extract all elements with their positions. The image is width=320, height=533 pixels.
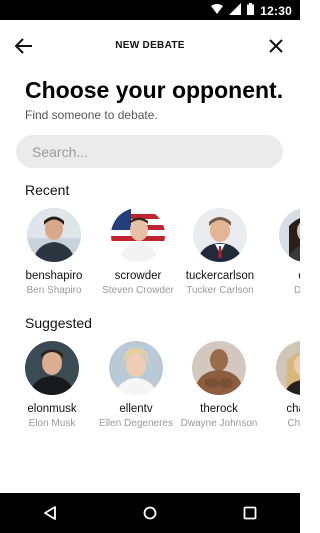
- suggested-row: elonmusk Elon Musk ellentv Ellen Degener…: [0, 341, 300, 441]
- full-name: Ellen Degeneres: [99, 418, 173, 429]
- section-title-suggested: Suggested: [25, 315, 92, 331]
- suggested-person-elonmusk[interactable]: elonmusk Elon Musk: [8, 341, 96, 429]
- page-title: Choose your opponent.: [25, 77, 284, 103]
- username: dlo: [262, 270, 300, 282]
- username: benshapiro: [25, 270, 83, 282]
- avatar: [192, 341, 246, 395]
- status-bar: 12:30: [0, 0, 300, 20]
- close-icon: [269, 39, 283, 53]
- battery-icon: [247, 3, 255, 18]
- full-name: Steven Crowder: [102, 285, 174, 296]
- avatar: [276, 341, 300, 395]
- full-name: Charliz: [287, 418, 300, 429]
- search-input[interactable]: [32, 135, 272, 168]
- navigation-bar: [0, 493, 300, 533]
- username: ellentv: [119, 403, 153, 415]
- full-name: Ben Shapiro: [26, 285, 82, 296]
- page-subtitle: Find someone to debate.: [25, 108, 158, 122]
- nav-back-button[interactable]: [30, 493, 70, 533]
- recent-person-dlo[interactable]: dlo Dana: [262, 208, 300, 296]
- back-triangle-icon: [44, 506, 56, 520]
- username: therock: [200, 403, 238, 415]
- close-button[interactable]: [264, 34, 288, 58]
- home-circle-icon: [143, 506, 157, 520]
- nav-home-button[interactable]: [130, 493, 170, 533]
- recent-person-scrowder[interactable]: scrowder Steven Crowder: [94, 208, 182, 296]
- username: tuckercarlson: [185, 270, 255, 282]
- search-bar: [16, 135, 283, 168]
- section-title-recent: Recent: [25, 182, 70, 198]
- avatar: [193, 208, 247, 262]
- suggested-person-ellentv[interactable]: ellentv Ellen Degeneres: [92, 341, 180, 429]
- username: elonmusk: [27, 403, 77, 415]
- full-name: Tucker Carlson: [186, 285, 254, 296]
- signal-icon: [229, 3, 242, 18]
- nav-recents-button[interactable]: [230, 493, 270, 533]
- recent-person-benshapiro[interactable]: benshapiro Ben Shapiro: [10, 208, 98, 296]
- avatar: [109, 341, 163, 395]
- suggested-person-therock[interactable]: therock Dwayne Johnson: [175, 341, 263, 429]
- recent-row: benshapiro Ben Shapiro scrowder Steven C…: [0, 208, 300, 308]
- avatar: [25, 341, 79, 395]
- wifi-icon: [211, 3, 224, 18]
- avatar: [279, 208, 300, 262]
- full-name: Dana: [294, 285, 300, 296]
- suggested-person-charliz[interactable]: charliz Charliz: [259, 341, 300, 429]
- avatar: [111, 208, 165, 262]
- status-icons: 12:30: [211, 3, 292, 18]
- username: charliz: [286, 403, 300, 415]
- app-bar: NEW DEBATE: [0, 20, 300, 72]
- recent-person-tuckercarlson[interactable]: tuckercarlson Tucker Carlson: [176, 208, 264, 296]
- app-title: NEW DEBATE: [115, 40, 185, 51]
- full-name: Elon Musk: [28, 418, 76, 429]
- status-time: 12:30: [260, 3, 292, 18]
- recents-square-icon: [243, 506, 257, 520]
- full-name: Dwayne Johnson: [180, 418, 258, 429]
- username: scrowder: [114, 270, 162, 282]
- avatar: [27, 208, 81, 262]
